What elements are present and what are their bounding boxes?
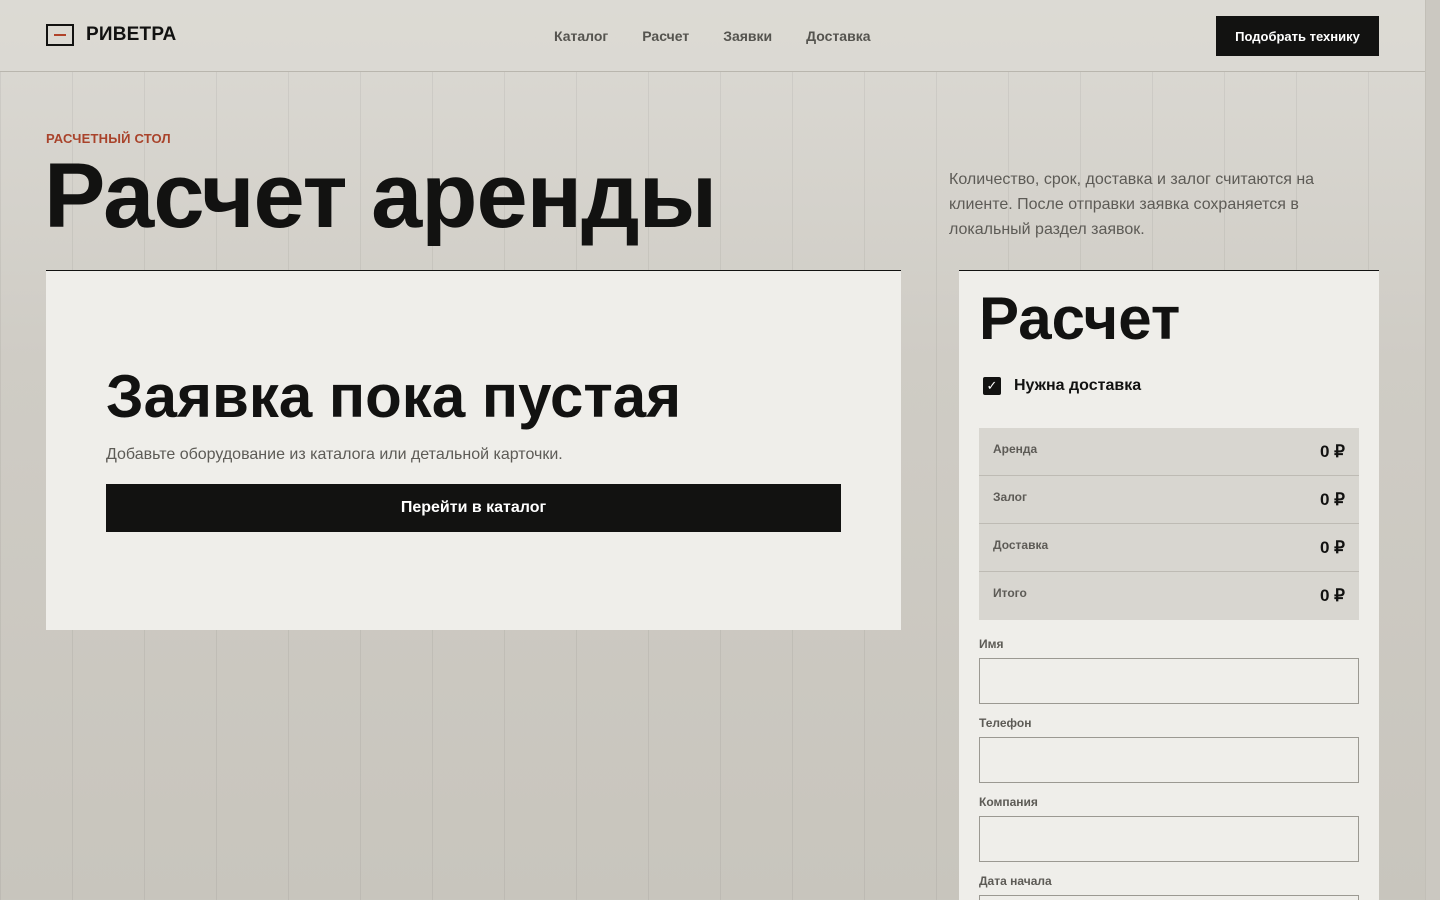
phone-field[interactable] xyxy=(979,737,1359,783)
brand-name: РИВЕТРА xyxy=(86,24,177,45)
pick-equipment-button[interactable]: Подобрать технику xyxy=(1216,16,1379,56)
summary-value: 0 ₽ xyxy=(1320,538,1345,557)
nav-item-calculation[interactable]: Расчет xyxy=(642,28,689,44)
summary-value: 0 ₽ xyxy=(1320,442,1345,461)
calculation-title: Расчет xyxy=(979,285,1181,352)
page-description: Количество, срок, доставка и залог счита… xyxy=(949,171,1315,238)
summary-row-deposit: Залог 0 ₽ xyxy=(979,476,1359,524)
nav-item-delivery[interactable]: Доставка xyxy=(806,28,870,44)
empty-state-title: Заявка пока пустая xyxy=(106,363,682,430)
name-field[interactable] xyxy=(979,658,1359,704)
start-date-field-label: Дата начала xyxy=(979,874,1052,888)
summary-row-delivery: Доставка 0 ₽ xyxy=(979,524,1359,572)
summary-label: Итого xyxy=(993,586,1027,600)
summary-row-total: Итого 0 ₽ xyxy=(979,572,1359,620)
main-nav: Каталог Расчет Заявки Доставка xyxy=(554,28,871,44)
empty-request-card: Заявка пока пустая Добавьте оборудование… xyxy=(46,270,901,630)
summary-label: Доставка xyxy=(993,538,1049,552)
start-date-field[interactable] xyxy=(979,895,1359,900)
empty-state-text: Добавьте оборудование из каталога или де… xyxy=(106,446,563,463)
name-field-label: Имя xyxy=(979,637,1004,651)
section-eyebrow: РАСЧЕТНЫЙ СТОЛ xyxy=(46,131,171,146)
go-to-catalog-button[interactable]: Перейти в каталог xyxy=(106,484,841,532)
cost-summary: Аренда 0 ₽ Залог 0 ₽ Доставка 0 ₽ Итого … xyxy=(979,428,1359,620)
summary-value: 0 ₽ xyxy=(1320,586,1345,605)
calculation-panel: Расчет ✓ Нужна доставка Аренда 0 ₽ Залог… xyxy=(959,270,1379,900)
company-field[interactable] xyxy=(979,816,1359,862)
phone-field-label: Телефон xyxy=(979,716,1032,730)
delivery-label: Нужна доставка xyxy=(1014,377,1142,394)
delivery-toggle[interactable]: ✓ Нужна доставка xyxy=(983,377,1141,395)
brand-logo[interactable]: РИВЕТРА xyxy=(46,24,176,46)
site-header: РИВЕТРА Каталог Расчет Заявки Доставка П… xyxy=(0,0,1425,72)
logo-icon xyxy=(46,24,74,46)
scrollbar[interactable] xyxy=(1425,0,1440,900)
page-title: Расчет аренды xyxy=(44,145,717,247)
nav-item-catalog[interactable]: Каталог xyxy=(554,28,608,44)
summary-label: Аренда xyxy=(993,442,1038,456)
summary-row-rent: Аренда 0 ₽ xyxy=(979,428,1359,476)
delivery-checkbox[interactable]: ✓ xyxy=(983,377,1001,395)
nav-item-requests[interactable]: Заявки xyxy=(723,28,772,44)
summary-label: Залог xyxy=(993,490,1027,504)
summary-value: 0 ₽ xyxy=(1320,490,1345,509)
company-field-label: Компания xyxy=(979,795,1038,809)
